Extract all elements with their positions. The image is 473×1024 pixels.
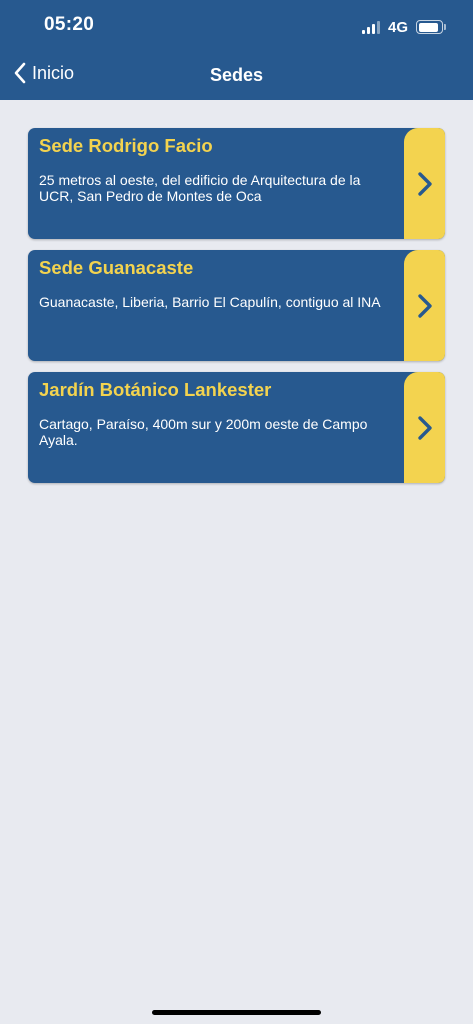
sede-card-guanacaste[interactable]: Sede Guanacaste Guanacaste, Liberia, Bar… xyxy=(28,250,445,361)
card-chevron-tab[interactable] xyxy=(404,128,445,239)
status-indicators: 4G xyxy=(361,17,446,37)
chevron-right-icon xyxy=(417,293,432,318)
sede-name: Sede Guanacaste xyxy=(39,257,194,278)
sede-card-lankester[interactable]: Jardín Botánico Lankester Cartago, Paraí… xyxy=(28,372,445,483)
chevron-right-icon xyxy=(417,171,432,196)
sedes-list: Sede Rodrigo Facio 25 metros al oeste, d… xyxy=(28,128,445,494)
battery-icon xyxy=(416,20,446,34)
card-body: Sede Guanacaste Guanacaste, Liberia, Bar… xyxy=(39,256,389,310)
card-body: Jardín Botánico Lankester Cartago, Paraí… xyxy=(39,378,389,448)
sede-address: 25 metros al oeste, del edificio de Arqu… xyxy=(39,172,361,204)
app-header: 05:20 4G Inicio Sedes xyxy=(0,0,473,100)
sede-address: Guanacaste, Liberia, Barrio El Capulín, … xyxy=(39,294,381,310)
sede-card-rodrigo-facio[interactable]: Sede Rodrigo Facio 25 metros al oeste, d… xyxy=(28,128,445,239)
chevron-right-icon xyxy=(417,415,432,440)
card-chevron-tab[interactable] xyxy=(404,372,445,483)
sede-address: Cartago, Paraíso, 400m sur y 200m oeste … xyxy=(39,416,368,448)
sede-name: Jardín Botánico Lankester xyxy=(39,379,272,400)
status-time: 05:20 xyxy=(44,14,95,35)
signal-icon xyxy=(361,20,380,34)
card-chevron-tab[interactable] xyxy=(404,250,445,361)
card-body: Sede Rodrigo Facio 25 metros al oeste, d… xyxy=(39,134,389,204)
page-title: Sedes xyxy=(209,65,264,85)
home-indicator[interactable] xyxy=(152,1010,321,1015)
sede-name: Sede Rodrigo Facio xyxy=(39,135,213,156)
network-type: 4G xyxy=(387,18,408,36)
